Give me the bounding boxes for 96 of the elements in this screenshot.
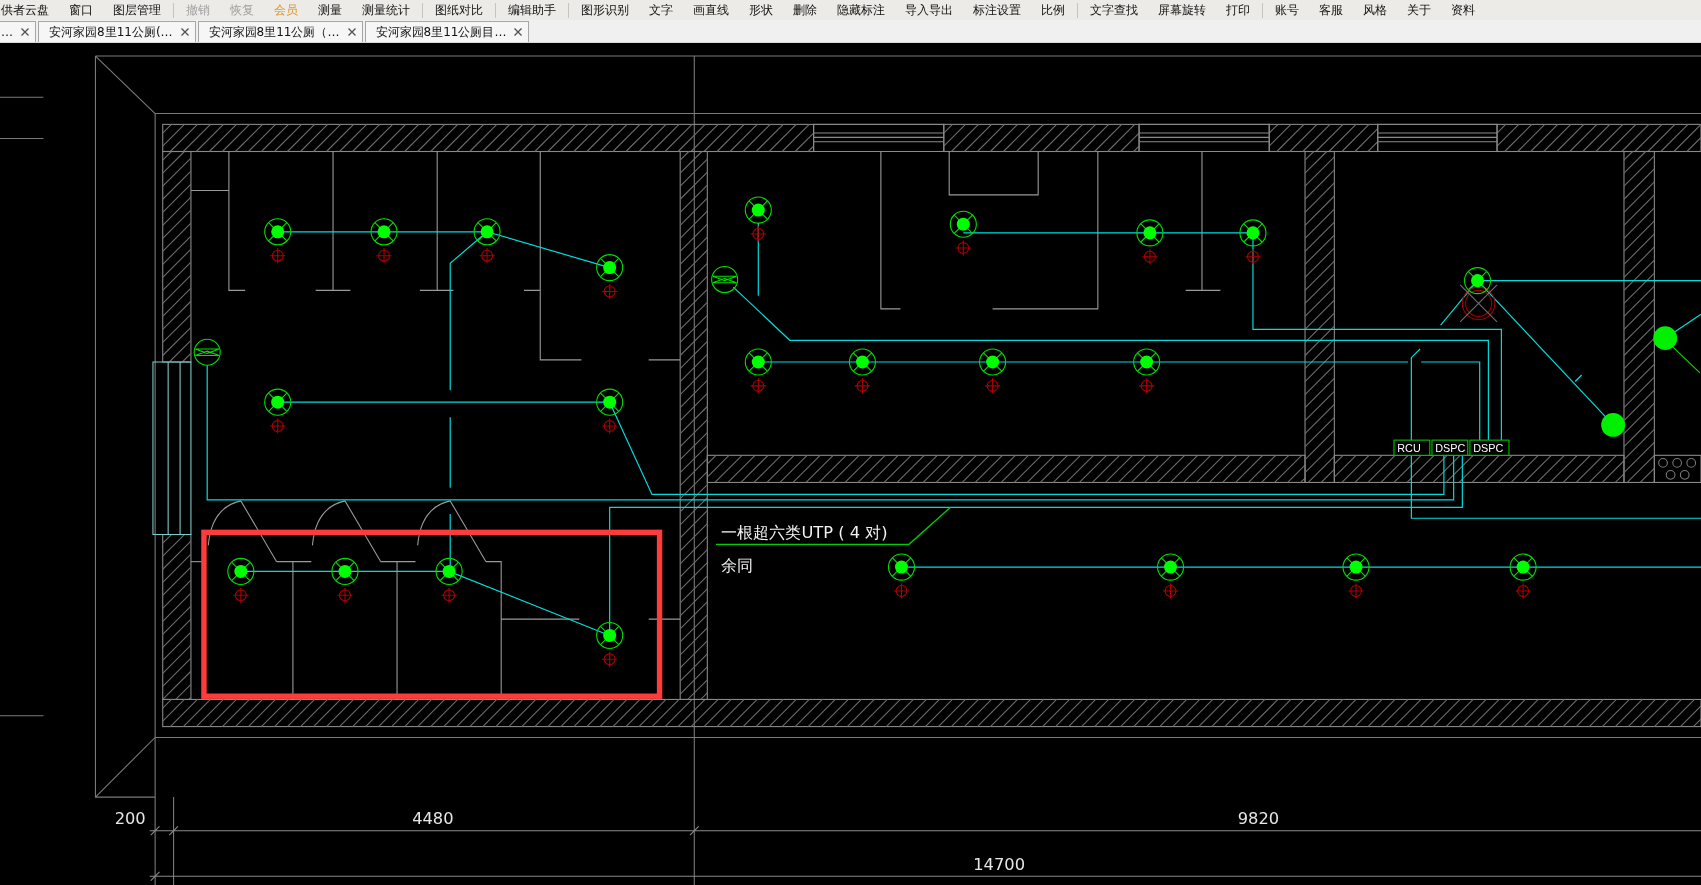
dot-icon — [1601, 413, 1626, 437]
menu-item[interactable]: 客服 — [1309, 2, 1353, 18]
menu-item[interactable]: 供者云盘 — [0, 2, 59, 18]
menu-item[interactable]: 标注设置 — [963, 2, 1031, 18]
crosshair-icon — [1347, 582, 1365, 600]
bowtie-circle-icon — [711, 265, 739, 294]
menu-item[interactable]: 文字 — [639, 2, 683, 18]
circle-cross-icon — [1459, 284, 1498, 323]
crosshair-icon — [1138, 377, 1155, 394]
menu-item[interactable]: 账号 — [1265, 2, 1309, 18]
device-tag: RCU — [1393, 439, 1431, 456]
bowtie-circle-icon — [193, 338, 221, 366]
crosshair-icon — [336, 587, 354, 604]
menu-item[interactable]: 删除 — [783, 2, 827, 18]
crosshair-icon — [854, 377, 871, 394]
light-fixture-icon — [744, 348, 772, 376]
light-fixture-icon — [1509, 553, 1537, 581]
crosshair-icon — [232, 587, 249, 604]
menu-item[interactable]: 风格 — [1353, 2, 1397, 18]
crosshair-icon — [478, 247, 496, 264]
tab[interactable]: 安河家园8里11公厕（… — [197, 21, 363, 42]
crosshair-icon — [1162, 582, 1179, 600]
menu-item[interactable]: 图形识别 — [571, 2, 639, 18]
crosshair-icon — [955, 239, 972, 257]
menu-item[interactable]: 测量统计 — [352, 2, 420, 18]
light-fixture-icon — [979, 348, 1007, 376]
crosshair-icon — [601, 283, 618, 300]
menu-item[interactable]: 打印 — [1216, 2, 1260, 18]
crosshair-icon — [601, 417, 618, 435]
light-fixture-icon — [596, 621, 624, 649]
light-fixture-icon — [596, 388, 624, 416]
dimension-label: 200 — [114, 809, 146, 829]
crosshair-icon — [984, 377, 1001, 394]
light-fixture-icon — [264, 218, 292, 246]
note-label: 余同 — [721, 556, 754, 576]
light-fixture-icon — [848, 348, 876, 376]
menu-item[interactable]: 图层管理 — [103, 2, 171, 18]
crosshair-icon — [750, 377, 767, 394]
light-fixture-icon — [227, 557, 255, 585]
close-icon[interactable] — [180, 28, 189, 36]
door-swing — [207, 500, 278, 563]
device-tag: DSPC — [1469, 439, 1510, 456]
menu-item[interactable]: 文字查找 — [1080, 2, 1148, 18]
light-fixture-icon — [1136, 219, 1164, 247]
crosshair-icon — [1141, 248, 1159, 265]
light-fixture-icon — [1156, 553, 1185, 581]
light-fixture-icon — [949, 210, 977, 238]
light-fixture-icon — [435, 557, 463, 585]
menu-item[interactable]: 比例 — [1031, 2, 1075, 18]
dimension-label: 14700 — [973, 854, 1025, 874]
light-fixture-icon — [331, 557, 359, 585]
light-fixture-icon — [1239, 219, 1267, 247]
light-fixture-icon — [1463, 267, 1492, 295]
menu-item[interactable]: 编辑助手 — [498, 2, 566, 18]
dimension-label: 4480 — [412, 809, 454, 829]
menu-item[interactable]: 窗口 — [59, 2, 103, 18]
light-fixture-icon — [1342, 553, 1370, 581]
crosshair-icon — [440, 587, 458, 604]
partition-line — [648, 359, 681, 361]
light-fixture-icon — [1133, 348, 1161, 376]
menu-item[interactable]: 图纸对比 — [425, 2, 493, 18]
crosshair-icon — [601, 651, 618, 668]
crosshair-icon — [269, 417, 286, 435]
crosshair-icon — [893, 582, 910, 600]
tab[interactable]: 安河家园8里11公厕目… — [364, 21, 530, 42]
light-fixture-icon — [264, 388, 292, 416]
tab[interactable]: 安河家园8里11公厕(… — [38, 21, 196, 42]
device-tag: DSPC — [1431, 439, 1469, 456]
light-fixture-icon — [596, 254, 624, 282]
menu-item[interactable]: 资料 — [1441, 2, 1485, 18]
light-fixture-icon — [744, 196, 772, 224]
menu-item[interactable]: 画直线 — [683, 2, 739, 18]
light-fixture-icon — [473, 218, 501, 246]
crosshair-icon — [1514, 582, 1532, 600]
menu-item[interactable]: 关于 — [1397, 2, 1441, 18]
close-icon[interactable] — [514, 28, 523, 36]
menu-item[interactable]: 形状 — [739, 2, 783, 18]
cable-label: 一根超六类UTP ( 4 对) — [721, 522, 888, 542]
circle-hatch-panel — [1653, 454, 1701, 483]
close-icon[interactable] — [21, 28, 29, 36]
light-fixture-icon — [887, 553, 916, 581]
light-fixture-icon — [370, 218, 398, 246]
crosshair-icon — [1244, 248, 1262, 265]
menu-item[interactable]: 屏幕旋转 — [1148, 2, 1216, 18]
crosshair-icon — [750, 225, 767, 243]
menu-item[interactable]: 隐藏标注 — [827, 2, 895, 18]
dot-icon — [1653, 326, 1678, 351]
menu-item[interactable]: 导入导出 — [895, 2, 963, 18]
dimension-label: 9820 — [1237, 809, 1280, 829]
close-icon[interactable] — [347, 28, 356, 36]
door-swing — [311, 500, 382, 563]
tab[interactable]: … — [0, 21, 36, 42]
door-swing — [417, 500, 487, 563]
menu-item[interactable]: 测量 — [308, 2, 352, 18]
crosshair-icon — [269, 247, 286, 264]
crosshair-icon — [375, 247, 393, 264]
